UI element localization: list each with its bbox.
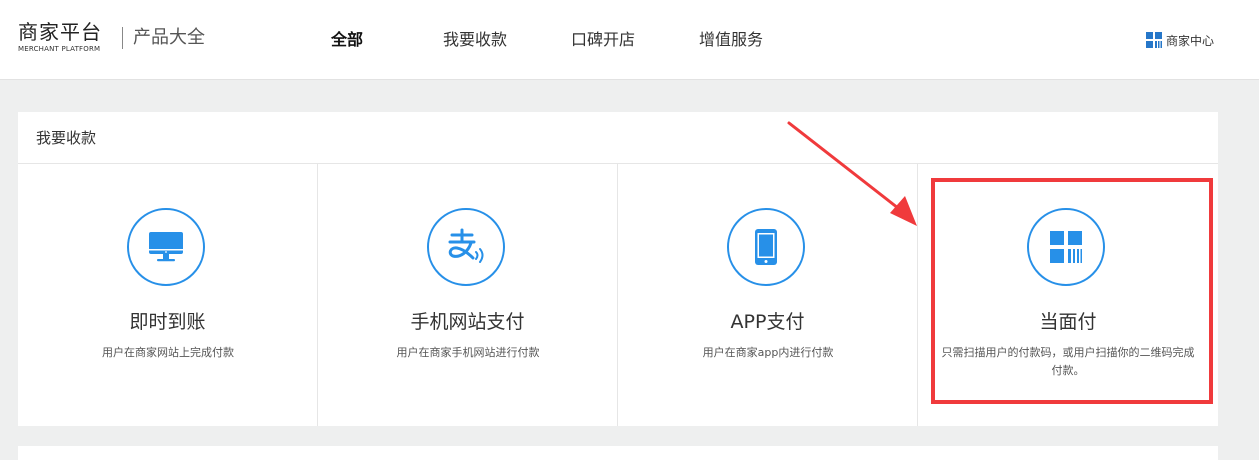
product-desc: 只需扫描用户的付款码，或用户扫描你的二维码完成付款。: [941, 346, 1195, 377]
nav-item-collect-payment[interactable]: 我要收款: [443, 29, 507, 51]
grid-icon: [1146, 32, 1162, 48]
nav-item-all[interactable]: 全部: [331, 29, 363, 51]
page-title: 产品大全: [133, 27, 205, 48]
product-title: APP支付: [730, 311, 805, 333]
phone-icon: [755, 229, 777, 265]
product-mobile-web-pay[interactable]: 手机网站支付 用户在商家手机网站进行付款: [318, 164, 618, 426]
product-title: 手机网站支付: [410, 311, 525, 333]
product-desc: 用户在商家网站上完成付款: [102, 346, 234, 359]
section-title: 我要收款: [18, 112, 1218, 164]
logo-main-text: 商家平台: [18, 20, 102, 44]
logo-sub-text: MERCHANT PLATFORM: [18, 45, 101, 53]
logo-divider: [122, 27, 123, 49]
product-icon-circle: [727, 208, 805, 286]
nav-item-value-added[interactable]: 增值服务: [699, 29, 763, 51]
product-app-pay[interactable]: APP支付 用户在商家app内进行付款: [618, 164, 918, 426]
product-icon-circle: [1027, 208, 1105, 286]
product-instant-transfer[interactable]: 即时到账 用户在商家网站上完成付款: [18, 164, 318, 426]
monitor-icon: [149, 232, 183, 262]
product-list: 即时到账 用户在商家网站上完成付款 手机网站支付 用户在商家手机网站进行付款 A…: [18, 164, 1218, 426]
product-desc: 用户在商家app内进行付款: [702, 346, 834, 359]
merchant-center-label: 商家中心: [1166, 33, 1215, 48]
next-section-edge: [18, 446, 1218, 460]
top-header: 商家平台 MERCHANT PLATFORM 产品大全 全部 我要收款 口碑开店…: [0, 0, 1259, 80]
qr-barcode-icon: [1050, 231, 1082, 263]
product-title: 即时到账: [129, 311, 206, 333]
merchant-center-link[interactable]: 商家中心: [1146, 31, 1214, 49]
product-icon-circle: [127, 208, 205, 286]
alipay-wave-icon: [448, 228, 484, 263]
product-title: 当面付: [1039, 311, 1097, 333]
nav-item-koubei-store[interactable]: 口碑开店: [571, 29, 635, 51]
product-icon-circle: [427, 208, 505, 286]
collect-payment-card: 我要收款 即时到账 用户在商家网站上完成付款 手机网站支付 用户在商家手机网站进…: [18, 112, 1218, 426]
product-desc: 用户在商家手机网站进行付款: [396, 346, 540, 359]
merchant-platform-logo[interactable]: 商家平台 MERCHANT PLATFORM: [18, 20, 102, 54]
product-face-to-face-pay[interactable]: 当面付 只需扫描用户的付款码，或用户扫描你的二维码完成付款。: [918, 164, 1218, 426]
